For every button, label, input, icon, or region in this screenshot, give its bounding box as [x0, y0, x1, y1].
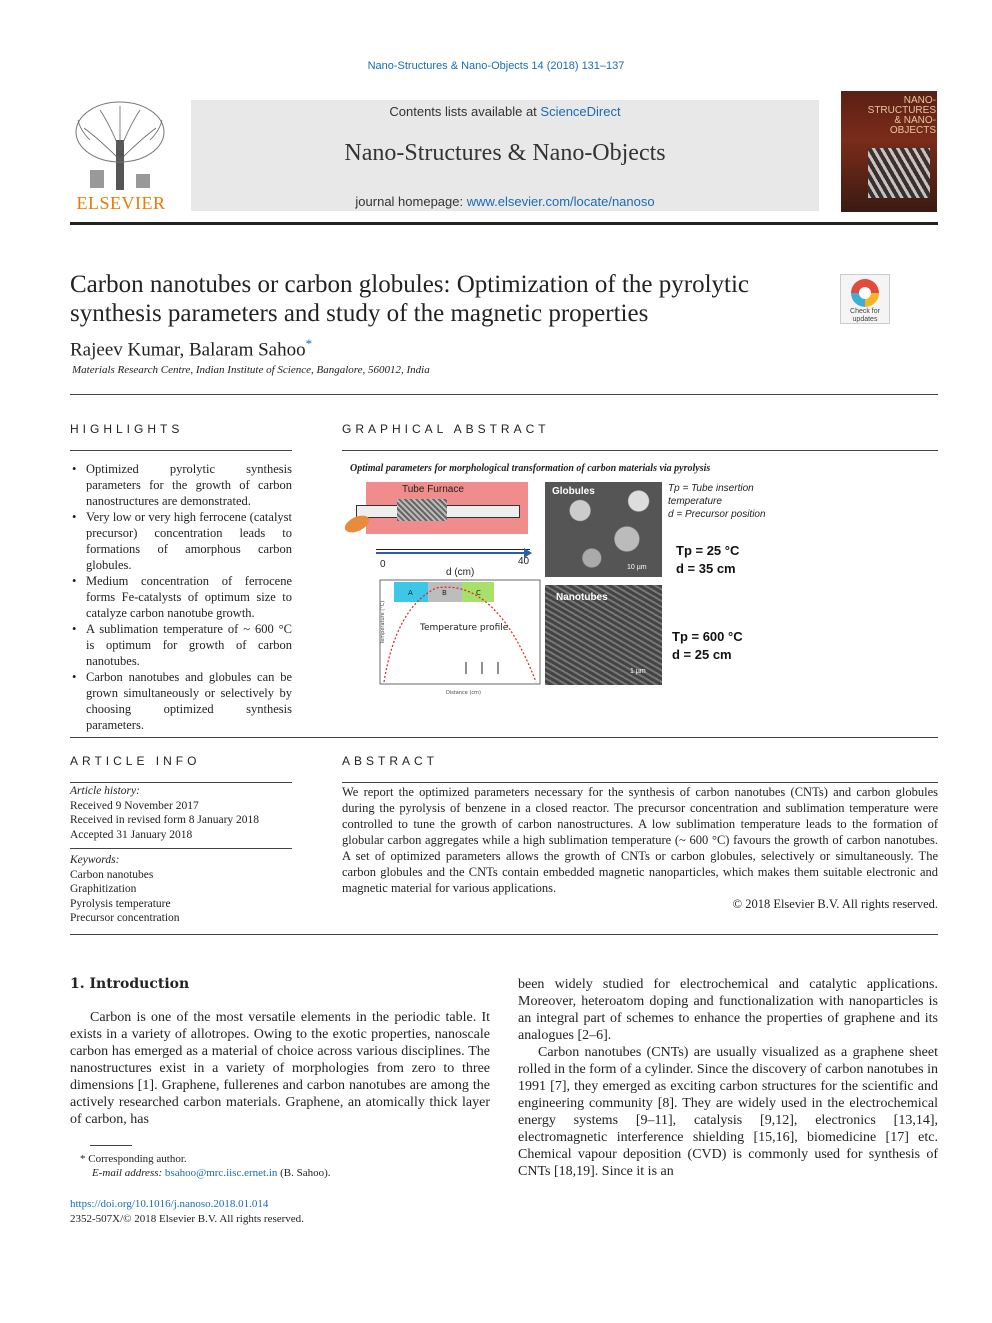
divider — [70, 450, 292, 451]
note-tp: Tp = Tube insertion temperature — [668, 483, 754, 507]
corr-label: Corresponding author. — [88, 1153, 187, 1165]
article-info-heading: ARTICLE INFO — [70, 754, 201, 768]
article-title: Carbon nanotubes or carbon globules: Opt… — [70, 271, 750, 327]
issn-copyright: 2352-507X/© 2018 Elsevier B.V. All right… — [70, 1213, 304, 1225]
intro-paragraph: been widely studied for electrochemical … — [518, 977, 938, 1043]
check-for-updates-button[interactable]: Check for updates — [840, 274, 890, 324]
article-info: Article history: Received 9 November 201… — [70, 784, 292, 926]
divider — [70, 848, 292, 849]
divider — [70, 782, 292, 783]
section-title: 1. Introduction — [70, 976, 190, 992]
corresponding-author-mark[interactable]: * — [306, 336, 313, 351]
divider — [342, 450, 938, 451]
cond2-tp: Tp = 600 °C — [672, 629, 743, 644]
temperature-profile-plot: A B C Temperature profile Temperature (°… — [356, 578, 542, 696]
header-divider — [70, 222, 938, 225]
abstract: We report the optimized parameters neces… — [342, 784, 938, 912]
history-label: Article history: — [70, 785, 140, 797]
abstract-text: We report the optimized parameters neces… — [342, 785, 938, 895]
email-label: E-mail address: — [92, 1167, 163, 1179]
authors: Rajeev Kumar, Balaram Sahoo* — [70, 336, 312, 361]
cover-image — [868, 148, 930, 198]
divider — [70, 394, 938, 395]
ruler-end: 40 — [518, 556, 530, 567]
corresponding-author-note: * Corresponding author. — [80, 1152, 500, 1166]
crossmark-label: Check for updates — [850, 308, 880, 323]
keyword: Precursor concentration — [70, 912, 180, 924]
cover-title: NANO- STRUCTURES & NANO- OBJECTS — [867, 95, 936, 136]
furnace-label: Tube Furnace — [402, 484, 464, 495]
intro-left-column: 1. Introduction Carbon is one of the mos… — [70, 976, 490, 1128]
doi-link[interactable]: https://doi.org/10.1016/j.nanoso.2018.01… — [70, 1197, 304, 1212]
plot-xlabel: Distance (cm) — [446, 690, 481, 696]
email-line: E-mail address: bsahoo@mrc.iisc.ernet.in… — [80, 1166, 500, 1180]
homepage-prefix: journal homepage: — [355, 194, 467, 209]
divider — [70, 934, 938, 935]
intro-paragraph: Carbon is one of the most versatile elem… — [70, 1010, 490, 1127]
condition-nanotubes: Tp = 600 °C d = 25 cm — [672, 628, 743, 664]
email-link[interactable]: bsahoo@mrc.iisc.ernet.in — [165, 1167, 277, 1179]
divider — [342, 782, 938, 783]
note-d: d = Precursor position — [668, 509, 766, 520]
ruler-start: 0 — [380, 559, 386, 570]
ruler-line — [376, 549, 530, 550]
doi-block: https://doi.org/10.1016/j.nanoso.2018.01… — [70, 1197, 304, 1227]
cond2-d: d = 25 cm — [672, 647, 732, 662]
corr-mark: * — [80, 1153, 86, 1165]
ruler-label: d (cm) — [446, 567, 475, 578]
highlights-list: Optimized pyrolytic synthesis parameters… — [70, 461, 292, 733]
graphical-abstract-figure[interactable]: Optimal parameters for morphological tra… — [342, 460, 766, 700]
homepage-line: journal homepage: www.elsevier.com/locat… — [191, 194, 819, 209]
zone-a-label: A — [408, 589, 413, 597]
keyword: Carbon nanotubes — [70, 868, 154, 881]
journal-title: Nano-Structures & Nano-Objects — [344, 140, 666, 166]
keywords-label: Keywords: — [70, 854, 120, 866]
contents-line: Contents lists available at ScienceDirec… — [191, 104, 819, 119]
journal-reference[interactable]: Nano-Structures & Nano-Objects 14 (2018)… — [0, 60, 992, 72]
cond1-d: d = 35 cm — [676, 561, 736, 576]
author-names: Rajeev Kumar, Balaram Sahoo — [70, 339, 306, 361]
highlight-item: Carbon nanotubes and globules can be gro… — [70, 669, 292, 733]
highlight-item: Medium concentration of ferrocene forms … — [70, 573, 292, 621]
nanotubes-label: Nanotubes — [556, 592, 608, 603]
position-arrows — [465, 662, 499, 674]
globules-scale: 10 µm — [627, 564, 647, 571]
affiliation: Materials Research Centre, Indian Instit… — [72, 364, 430, 376]
keyword: Pyrolysis temperature — [70, 897, 171, 910]
plot-ylabel: Temperature (°C) — [380, 601, 386, 645]
ga-title: Optimal parameters for morphological tra… — [350, 463, 711, 474]
email-suffix: (B. Sahoo). — [277, 1167, 331, 1179]
crossmark-icon — [851, 279, 879, 307]
nanotubes-scale: 1 µm — [630, 668, 646, 675]
abstract-heading: ABSTRACT — [342, 754, 439, 768]
received-date: Received 9 November 2017 — [70, 799, 199, 812]
keyword: Graphitization — [70, 883, 137, 895]
catalyst-mesh — [397, 499, 447, 521]
plot-label: Temperature profile — [419, 623, 509, 633]
globules-label: Globules — [552, 486, 595, 497]
cond1-tp: Tp = 25 °C — [676, 543, 740, 558]
distance-arrow-icon — [376, 548, 532, 558]
ga-notes: Tp = Tube insertion temperature d = Prec… — [668, 482, 768, 521]
highlight-item: A sublimation temperature of ~ 600 °C is… — [70, 621, 292, 669]
highlights-heading: HIGHLIGHTS — [70, 422, 184, 436]
graphical-abstract-heading: GRAPHICAL ABSTRACT — [342, 422, 550, 436]
zone-b-label: B — [442, 589, 447, 597]
homepage-link[interactable]: www.elsevier.com/locate/nanoso — [467, 194, 655, 209]
footnote-divider — [90, 1145, 132, 1146]
contents-prefix: Contents lists available at — [389, 104, 541, 119]
intro-right-column: been widely studied for electrochemical … — [518, 976, 938, 1180]
publisher-name: ELSEVIER — [76, 193, 166, 213]
highlight-item: Very low or very high ferrocene (catalys… — [70, 509, 292, 573]
divider — [70, 737, 938, 738]
abstract-copyright: © 2018 Elsevier B.V. All rights reserved… — [732, 897, 938, 911]
tree-icon — [75, 101, 165, 190]
accepted-date: Accepted 31 January 2018 — [70, 828, 193, 841]
revised-date: Received in revised form 8 January 2018 — [70, 814, 260, 826]
highlight-item: Optimized pyrolytic synthesis parameters… — [70, 461, 292, 509]
footnote: * Corresponding author. E-mail address: … — [80, 1152, 500, 1180]
intro-paragraph: Carbon nanotubes (CNTs) are usually visu… — [518, 1045, 938, 1179]
condition-globules: Tp = 25 °C d = 35 cm — [676, 542, 739, 578]
sciencedirect-link[interactable]: ScienceDirect — [540, 104, 620, 119]
